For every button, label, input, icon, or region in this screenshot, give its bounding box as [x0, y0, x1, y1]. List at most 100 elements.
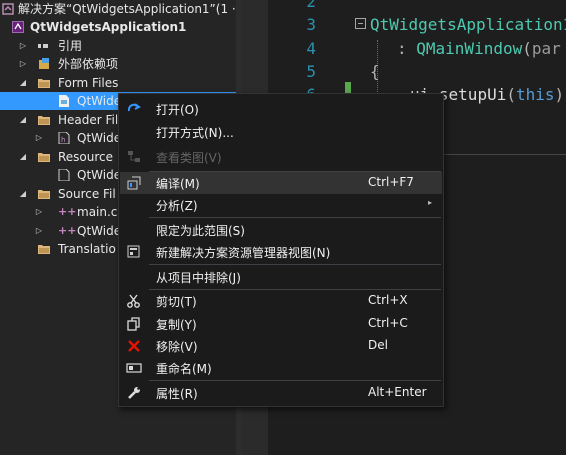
resource-file-icon — [58, 169, 70, 181]
brace-token: { — [370, 62, 380, 81]
menu-label: 新建解决方案资源管理器视图(N) — [156, 246, 331, 260]
tree-form-files-node[interactable]: ◢ Form Files — [0, 74, 236, 92]
references-icon — [38, 44, 48, 48]
collapse-arrow-icon[interactable]: ◢ — [18, 148, 28, 166]
collapse-arrow-icon[interactable]: ◢ — [18, 185, 28, 203]
submenu-arrow-icon: ▸ — [428, 198, 433, 207]
copy-icon — [127, 317, 140, 331]
paren-token: ( — [522, 39, 532, 58]
menu-item-cut[interactable]: 剪切(T) Ctrl+X — [120, 290, 442, 312]
code-line-4: : QMainWindow(par — [397, 39, 561, 58]
menu-label: 打开方式(N)... — [156, 126, 234, 140]
expand-arrow-icon[interactable]: ▷ — [18, 37, 28, 55]
ui-file-icon — [59, 95, 69, 107]
folder-icon — [38, 116, 50, 125]
tree-label: Header Fil — [58, 113, 119, 127]
expand-arrow-icon[interactable]: ▷ — [34, 222, 44, 240]
new-view-icon — [127, 245, 140, 258]
menu-shortcut: Del — [368, 338, 388, 352]
param-token: par — [531, 39, 561, 58]
open-arrow-icon — [127, 103, 141, 112]
tree-label: Form Files — [58, 76, 119, 90]
compile-icon — [127, 176, 141, 190]
menu-item-new-explorer-view[interactable]: 新建解决方案资源管理器视图(N) — [120, 241, 442, 263]
class-name-token: QtWidgetsApplication1 — [370, 15, 566, 34]
cpp-file-icon: ++ — [58, 224, 77, 237]
menu-label: 复制(Y) — [156, 318, 197, 332]
tree-label: QtWidgetsApplication1 — [30, 20, 187, 34]
tree-label: 解决方案“QtWidgetsApplication1”(1 · — [18, 2, 236, 16]
menu-separator — [149, 217, 441, 218]
colon-token: : — [397, 39, 417, 58]
menu-item-scope-to-this[interactable]: 限定为此范围(S) — [120, 219, 442, 241]
menu-item-exclude-from-project[interactable]: 从项目中排除(J) — [120, 266, 442, 288]
tree-label: 引用 — [58, 39, 83, 53]
menu-item-view-class-diagram[interactable]: 查看类图(V) — [120, 146, 442, 168]
line-number: 4 — [306, 39, 316, 58]
menu-label: 分析(Z) — [156, 199, 198, 213]
tree-label: Resource — [58, 150, 114, 164]
menu-item-properties[interactable]: 属性(R) Alt+Enter — [120, 382, 442, 404]
svg-text:h: h — [61, 136, 65, 144]
menu-shortcut: Ctrl+C — [368, 316, 408, 330]
line-number: 5 — [306, 62, 316, 81]
tree-label: Translatio — [58, 242, 116, 256]
menu-separator — [149, 264, 441, 265]
class-diagram-icon — [128, 151, 140, 162]
menu-label: 限定为此范围(S) — [156, 224, 245, 238]
cut-icon — [127, 294, 140, 308]
code-line-5: { — [370, 62, 380, 81]
base-class-token: QMainWindow — [416, 39, 523, 58]
code-line-3: QtWidgetsApplication1 — [370, 15, 566, 34]
menu-shortcut: Ctrl+F7 — [368, 175, 414, 189]
menu-item-copy[interactable]: 复制(Y) Ctrl+C — [120, 313, 442, 335]
collapse-region-icon[interactable] — [355, 18, 366, 29]
menu-item-rename[interactable]: 重命名(M) — [120, 357, 442, 379]
wrench-icon — [128, 387, 140, 399]
menu-label: 打开(O) — [156, 103, 199, 117]
collapse-arrow-icon[interactable]: ◢ — [18, 74, 28, 92]
tree-label: 外部依赖项 — [58, 57, 119, 71]
menu-item-remove[interactable]: 移除(V) Del — [120, 335, 442, 357]
menu-label: 查看类图(V) — [156, 151, 222, 165]
solution-icon — [2, 3, 14, 15]
tree-label: Source Fil — [58, 187, 116, 201]
menu-shortcut: Alt+Enter — [368, 385, 427, 399]
tree-label: QtWide — [77, 224, 122, 238]
tree-external-deps-node[interactable]: ▷ 外部依赖项 — [0, 55, 236, 73]
remove-icon — [128, 340, 140, 352]
menu-item-analyze[interactable]: 分析(Z) ▸ — [120, 194, 442, 216]
menu-label: 编译(M) — [156, 177, 200, 191]
cpp-file-icon: ++ — [58, 205, 77, 218]
tree-references-node[interactable]: ▷ 引用 — [0, 37, 236, 55]
menu-separator — [149, 380, 441, 381]
menu-item-open[interactable]: 打开(O) — [120, 98, 442, 120]
tree-label: QtWide — [77, 94, 122, 108]
rename-icon — [126, 363, 142, 373]
context-menu: 打开(O) 打开方式(N)... 查看类图(V) 编译(M) Ctrl+F7 分… — [118, 93, 444, 407]
qt-project-icon — [12, 21, 24, 33]
collapse-arrow-icon[interactable]: ◢ — [18, 111, 28, 129]
menu-label: 重命名(M) — [156, 362, 212, 376]
external-deps-icon — [39, 58, 49, 69]
menu-label: 剪切(T) — [156, 295, 197, 309]
folder-icon — [38, 153, 50, 162]
tree-label: QtWide — [77, 131, 122, 145]
folder-icon — [38, 245, 50, 254]
folder-icon — [38, 190, 50, 199]
menu-label: 从项目中排除(J) — [156, 271, 241, 285]
expand-arrow-icon[interactable]: ▷ — [34, 129, 44, 147]
tree-label: QtWide — [77, 168, 122, 182]
expand-arrow-icon[interactable]: ▷ — [34, 203, 44, 221]
menu-label: 属性(R) — [156, 387, 198, 401]
expand-arrow-icon[interactable]: ▷ — [18, 55, 28, 73]
menu-item-compile[interactable]: 编译(M) Ctrl+F7 — [120, 172, 442, 194]
line-number: 2 — [306, 0, 316, 11]
menu-item-open-with[interactable]: 打开方式(N)... — [120, 121, 442, 143]
line-number: 3 — [306, 15, 316, 34]
menu-shortcut: Ctrl+X — [368, 293, 408, 307]
menu-label: 移除(V) — [156, 340, 198, 354]
folder-icon — [38, 79, 50, 88]
tree-project-node[interactable]: QtWidgetsApplication1 — [0, 18, 236, 36]
tree-solution-node[interactable]: 解决方案“QtWidgetsApplication1”(1 · — [0, 0, 236, 18]
